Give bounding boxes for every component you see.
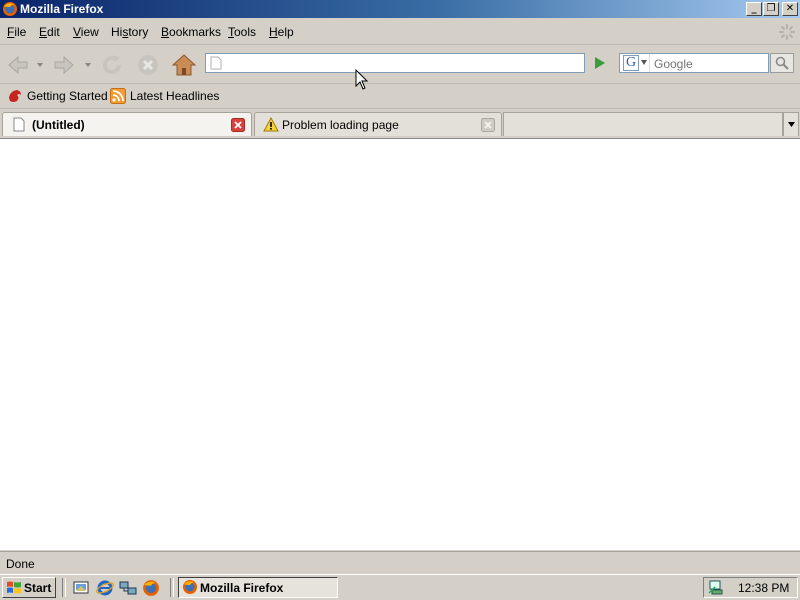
status-text: Done: [6, 557, 35, 571]
task-label: Mozilla Firefox: [200, 581, 284, 595]
menu-tools[interactable]: Tools: [228, 25, 256, 39]
taskbar: Start Mozilla Firefox 12:38 PM: [0, 574, 800, 600]
menu-edit[interactable]: Edit: [39, 25, 60, 39]
toolbar-separator: [62, 578, 66, 597]
url-bar[interactable]: [205, 53, 786, 73]
network-icon[interactable]: [119, 579, 137, 597]
system-tray: 12:38 PM: [703, 577, 798, 598]
throbber-icon: [779, 24, 795, 40]
window-title: Mozilla Firefox: [20, 2, 104, 16]
menu-file[interactable]: File: [7, 25, 26, 39]
search-input[interactable]: [652, 55, 768, 73]
back-dropdown-icon[interactable]: [36, 62, 44, 68]
magnifier-icon: [775, 56, 789, 70]
google-icon: G: [623, 55, 639, 71]
firefox-icon[interactable]: [142, 579, 160, 597]
tab-strip-empty: [503, 112, 783, 136]
tab-label: (Untitled): [32, 118, 85, 132]
menu-bookmarks[interactable]: Bookmarks: [161, 25, 221, 39]
tab-label: Problem loading page: [282, 118, 399, 132]
restore-button[interactable]: ❐: [763, 2, 779, 16]
firefox-icon: [183, 580, 197, 594]
stop-icon[interactable]: [136, 53, 160, 77]
restore-icon: ❐: [766, 3, 776, 14]
status-bar: Done: [0, 551, 800, 574]
firefox-icon: [3, 2, 17, 16]
start-button[interactable]: Start: [2, 577, 56, 598]
bookmark-label: Getting Started: [27, 89, 108, 103]
tab-list-button[interactable]: [783, 112, 799, 136]
reload-icon[interactable]: [100, 53, 124, 77]
blank-page-icon: [13, 117, 25, 132]
tab-untitled[interactable]: (Untitled): [2, 112, 252, 136]
menu-help[interactable]: Help: [269, 25, 294, 39]
start-label: Start: [24, 581, 52, 595]
internet-explorer-icon[interactable]: [96, 579, 114, 597]
back-icon[interactable]: [6, 53, 30, 77]
chevron-down-icon: [641, 60, 647, 65]
menu-bar: File Edit View History Bookmarks Tools H…: [0, 19, 800, 45]
taskbar-button-firefox[interactable]: Mozilla Firefox: [178, 577, 338, 598]
chevron-down-icon: [788, 122, 795, 127]
tab-bar: (Untitled) Problem loading page: [0, 109, 800, 139]
tab-close-icon[interactable]: [481, 118, 495, 132]
title-bar[interactable]: Mozilla Firefox _ ❐ ✕: [0, 0, 800, 18]
url-input[interactable]: [226, 55, 570, 73]
close-button[interactable]: ✕: [782, 2, 798, 16]
page-content[interactable]: [0, 139, 800, 550]
network-status-icon[interactable]: [707, 579, 725, 596]
menu-view[interactable]: View: [73, 25, 99, 39]
search-bar[interactable]: G: [619, 53, 769, 73]
tab-close-icon[interactable]: [231, 118, 245, 132]
home-icon[interactable]: [172, 53, 196, 77]
tab-problem-loading[interactable]: Problem loading page: [254, 112, 502, 136]
bookmarks-toolbar: Getting Started Latest Headlines: [0, 84, 800, 109]
menu-history[interactable]: History: [111, 25, 148, 39]
show-desktop-icon[interactable]: [72, 579, 90, 597]
toolbar-separator: [170, 578, 174, 597]
search-engine-selector[interactable]: G: [620, 54, 650, 72]
minimize-button[interactable]: _: [746, 2, 762, 16]
clock[interactable]: 12:38 PM: [738, 581, 789, 595]
warning-icon: [263, 117, 279, 132]
forward-icon[interactable]: [52, 53, 76, 77]
minimize-icon: _: [751, 3, 757, 14]
close-icon: ✕: [785, 3, 795, 14]
firefox-red-icon: [9, 90, 21, 102]
page-icon: [210, 56, 222, 70]
go-icon[interactable]: [588, 52, 610, 74]
search-button[interactable]: [770, 53, 794, 73]
windows-logo-icon: [7, 581, 21, 594]
bookmark-label: Latest Headlines: [130, 89, 220, 103]
rss-feed-icon: [110, 88, 126, 104]
forward-dropdown-icon[interactable]: [84, 62, 92, 68]
